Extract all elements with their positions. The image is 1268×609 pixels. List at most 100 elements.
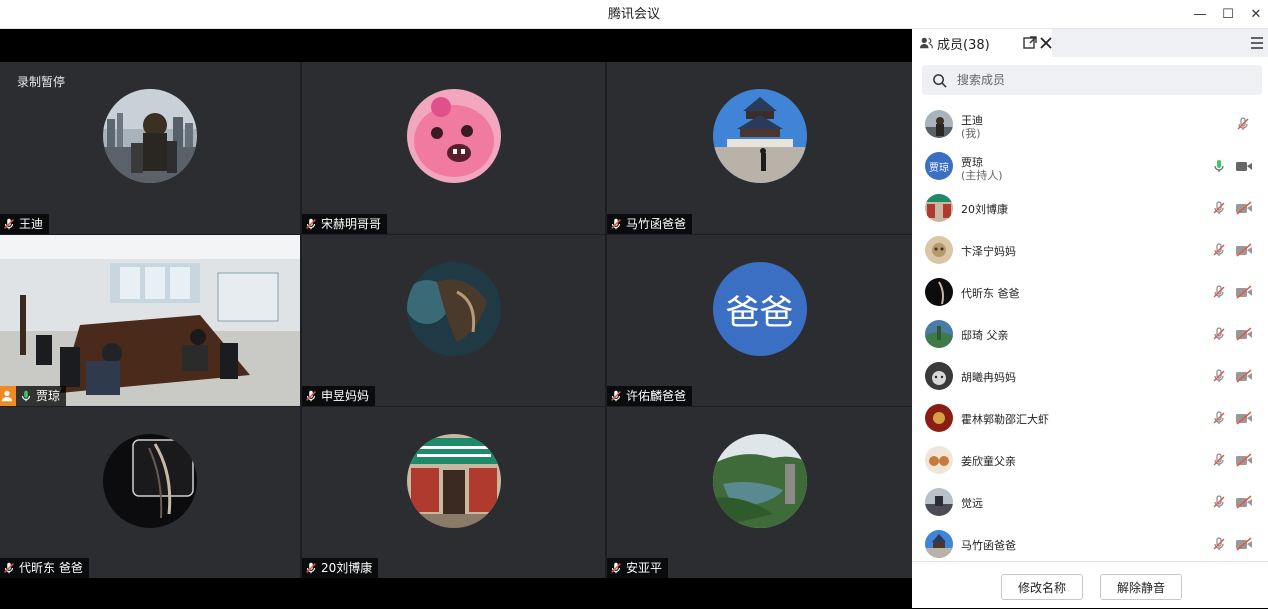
- member-avatar-text: 贾琼: [929, 162, 949, 174]
- members-title: 成员(38): [937, 37, 990, 53]
- member-item[interactable]: 王迪 (我): [912, 103, 1268, 145]
- photo-icon: [925, 362, 953, 390]
- video-tile-active[interactable]: 贾琼: [0, 235, 300, 406]
- search-input[interactable]: [955, 72, 1249, 88]
- participant-name: 安亚平: [626, 561, 663, 575]
- participant-namebar: 马竹函爸爸: [607, 214, 693, 234]
- member-avatar: [925, 404, 953, 432]
- photo-icon: [925, 236, 953, 264]
- member-name: 姜欣童父亲: [961, 455, 1016, 468]
- camera-off-icon[interactable]: [1235, 326, 1253, 342]
- member-item[interactable]: 贾琼 贾琼 (主持人): [912, 145, 1268, 187]
- search-box[interactable]: [922, 65, 1262, 95]
- video-tile[interactable]: 爸爸 许佑麟爸爸: [607, 235, 912, 406]
- member-role: (主持人): [961, 169, 1003, 182]
- host-person-icon: [1, 390, 13, 402]
- pink-creature-icon: [406, 89, 501, 183]
- meeting-room-video: [0, 235, 300, 406]
- video-tile[interactable]: 马竹函爸爸: [607, 62, 912, 234]
- member-item[interactable]: 觉远: [912, 481, 1268, 523]
- member-name: 霍林郭勒邵汇大虾: [961, 413, 1049, 426]
- pop-out-icon[interactable]: [1022, 35, 1038, 51]
- video-tile[interactable]: 安亚平: [607, 407, 912, 578]
- photo-icon: [925, 488, 953, 516]
- mic-muted-icon[interactable]: [1211, 326, 1227, 342]
- avatar-text: 爸爸: [725, 292, 794, 333]
- window-title: 腾讯会议: [607, 7, 660, 22]
- member-item[interactable]: 姜欣童父亲: [912, 439, 1268, 481]
- close-button[interactable]: ✕: [1242, 0, 1268, 29]
- video-grid: 录制暂停 王迪 宋赫明哥哥 马竹函爸爸 贾琼 申昱妈妈 爸爸 许佑麟爸爸 代昕东…: [0, 62, 912, 578]
- participant-name: 许佑麟爸爸: [626, 389, 687, 403]
- video-area: 录制暂停 王迪 宋赫明哥哥 马竹函爸爸 贾琼 申昱妈妈 爸爸 许佑麟爸爸 代昕东…: [0, 29, 912, 608]
- camera-off-icon[interactable]: [1235, 536, 1253, 552]
- member-item[interactable]: 马竹函爸爸: [912, 523, 1268, 561]
- mic-muted-icon: [306, 562, 316, 574]
- camera-off-icon[interactable]: [1235, 200, 1253, 216]
- member-item[interactable]: 胡曦冉妈妈: [912, 355, 1268, 397]
- members-icon: [919, 37, 933, 49]
- member-item[interactable]: 霍林郭勒邵汇大虾: [912, 397, 1268, 439]
- camera-off-icon[interactable]: [1235, 284, 1253, 300]
- member-avatar: [925, 236, 953, 264]
- logo-photo-icon: [925, 404, 953, 432]
- participant-namebar: 许佑麟爸爸: [607, 386, 693, 406]
- mic-muted-icon: [4, 218, 14, 230]
- mic-muted-icon[interactable]: [1211, 536, 1227, 552]
- participant-namebar: 贾琼: [0, 386, 67, 406]
- camera-off-icon[interactable]: [1235, 494, 1253, 510]
- mic-muted-icon[interactable]: [1211, 410, 1227, 426]
- unmute-button[interactable]: 解除静音: [1100, 574, 1182, 600]
- mic-muted-icon: [306, 218, 316, 230]
- mic-muted-icon[interactable]: [1211, 452, 1227, 468]
- photo-icon: [925, 446, 953, 474]
- temple-photo-icon: [925, 530, 953, 558]
- mic-muted-icon[interactable]: [1211, 284, 1227, 300]
- participant-avatar: [103, 89, 197, 183]
- member-avatar: [925, 194, 953, 222]
- member-name: 觉远: [961, 497, 983, 510]
- mic-on-icon: [21, 390, 31, 402]
- rename-button[interactable]: 修改名称: [1001, 574, 1083, 600]
- participant-avatar: [103, 434, 197, 528]
- dark-photo-icon: [103, 434, 197, 528]
- mic-on-icon[interactable]: [1211, 158, 1227, 174]
- hair-photo-icon: [406, 262, 501, 356]
- camera-off-icon[interactable]: [1235, 242, 1253, 258]
- participant-avatar: [406, 262, 501, 356]
- mic-muted-icon: [611, 218, 621, 230]
- member-avatar: [925, 278, 953, 306]
- member-avatar: [925, 488, 953, 516]
- mic-muted-icon[interactable]: [1211, 494, 1227, 510]
- mic-muted-icon[interactable]: [1211, 242, 1227, 258]
- member-item[interactable]: 卞泽宁妈妈: [912, 229, 1268, 271]
- video-tile[interactable]: 录制暂停 王迪: [0, 62, 300, 234]
- video-tile[interactable]: 代昕东 爸爸: [0, 407, 300, 578]
- participant-avatar: 爸爸: [712, 262, 807, 356]
- member-avatar: [925, 320, 953, 348]
- maximize-button[interactable]: ☐: [1214, 0, 1242, 29]
- participant-namebar: 申昱妈妈: [302, 386, 376, 406]
- member-avatar: 贾琼: [925, 152, 953, 180]
- participant-avatar: [712, 89, 807, 183]
- mic-muted-icon[interactable]: [1235, 116, 1251, 132]
- participant-avatar: [712, 434, 807, 528]
- member-item[interactable]: 邸琦 父亲: [912, 313, 1268, 355]
- mic-muted-icon[interactable]: [1211, 200, 1227, 216]
- member-item[interactable]: 代昕东 爸爸: [912, 271, 1268, 313]
- mic-muted-icon: [4, 562, 14, 574]
- camera-off-icon[interactable]: [1235, 452, 1253, 468]
- lake-photo-icon: [712, 434, 807, 528]
- menu-icon[interactable]: [1249, 35, 1265, 51]
- camera-off-icon[interactable]: [1235, 368, 1253, 384]
- minimize-button[interactable]: —: [1186, 0, 1214, 29]
- mic-muted-icon[interactable]: [1211, 368, 1227, 384]
- camera-on-icon[interactable]: [1235, 158, 1253, 174]
- participant-name: 王迪: [19, 217, 44, 231]
- video-tile[interactable]: 20刘博康: [302, 407, 605, 578]
- video-tile[interactable]: 申昱妈妈: [302, 235, 605, 406]
- member-item[interactable]: 20刘博康: [912, 187, 1268, 229]
- tab-members[interactable]: 成员(38): [912, 29, 1052, 57]
- camera-off-icon[interactable]: [1235, 410, 1253, 426]
- video-tile[interactable]: 宋赫明哥哥: [302, 62, 605, 234]
